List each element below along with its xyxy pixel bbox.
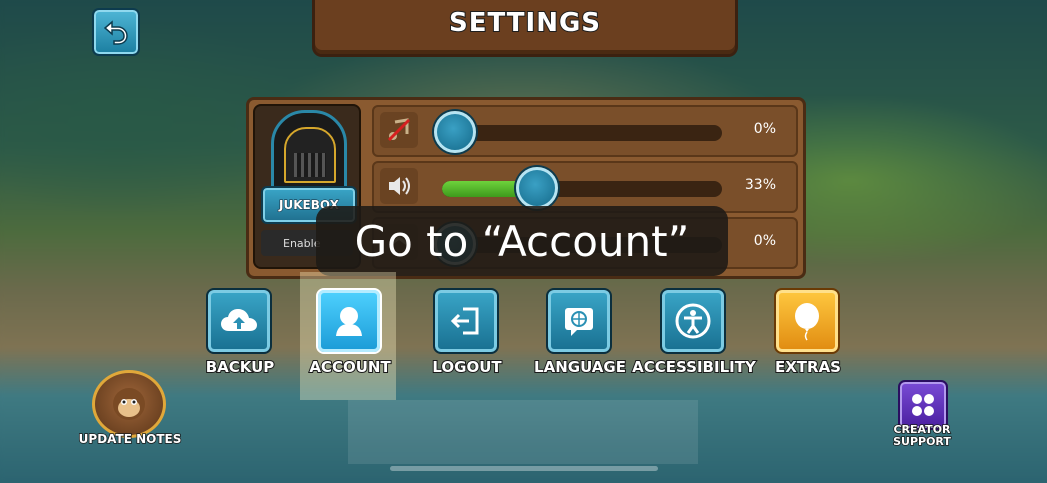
language-icon <box>546 288 612 354</box>
music-volume-knob[interactable] <box>434 111 476 153</box>
logout-icon <box>433 288 499 354</box>
lower-panel <box>348 400 698 464</box>
creator-support-button[interactable]: CREATOR SUPPORT <box>890 380 954 452</box>
language-button[interactable]: LANGUAGE <box>530 286 630 396</box>
account-button[interactable]: ACCOUNT <box>300 286 400 396</box>
instruction-text: Go to “Account” <box>354 216 690 266</box>
extras-button[interactable]: EXTRAS <box>758 286 858 396</box>
music-muted-icon[interactable] <box>380 112 418 148</box>
jukebox-enable-label: Enable <box>283 236 321 250</box>
sound-volume-value: 33% <box>744 177 776 193</box>
backup-button[interactable]: BACKUP <box>190 286 290 396</box>
cloud-upload-icon <box>206 288 272 354</box>
monkey-avatar-icon <box>92 370 166 438</box>
sound-volume-track[interactable] <box>442 181 722 197</box>
third-volume-value: 0% <box>753 233 776 249</box>
update-notes-button[interactable]: UPDATE NOTES <box>78 368 182 452</box>
jukebox-icon <box>271 110 347 190</box>
creator-support-label: CREATOR SUPPORT <box>882 423 962 449</box>
home-indicator <box>390 466 658 471</box>
music-volume-value: 0% <box>753 121 776 137</box>
title-banner: SETTINGS <box>312 0 738 57</box>
extras-label: EXTRAS <box>774 357 842 377</box>
speaker-icon[interactable] <box>380 168 418 204</box>
accessibility-icon <box>660 288 726 354</box>
account-icon <box>316 288 382 354</box>
accessibility-button[interactable]: ACCESSIBILITY <box>631 286 757 396</box>
page-title: SETTINGS <box>448 7 602 39</box>
back-arrow-icon <box>103 20 128 45</box>
music-volume-track[interactable] <box>442 125 722 141</box>
logout-button[interactable]: LOGOUT <box>417 286 517 396</box>
update-notes-label: UPDATE NOTES <box>78 431 182 447</box>
back-button[interactable] <box>92 8 140 56</box>
balloon-icon <box>774 288 840 354</box>
creator-support-line2: SUPPORT <box>892 435 951 449</box>
sound-volume-knob[interactable] <box>516 167 559 209</box>
music-volume-row: 0% <box>372 105 798 157</box>
instruction-tooltip: Go to “Account” <box>316 206 728 276</box>
